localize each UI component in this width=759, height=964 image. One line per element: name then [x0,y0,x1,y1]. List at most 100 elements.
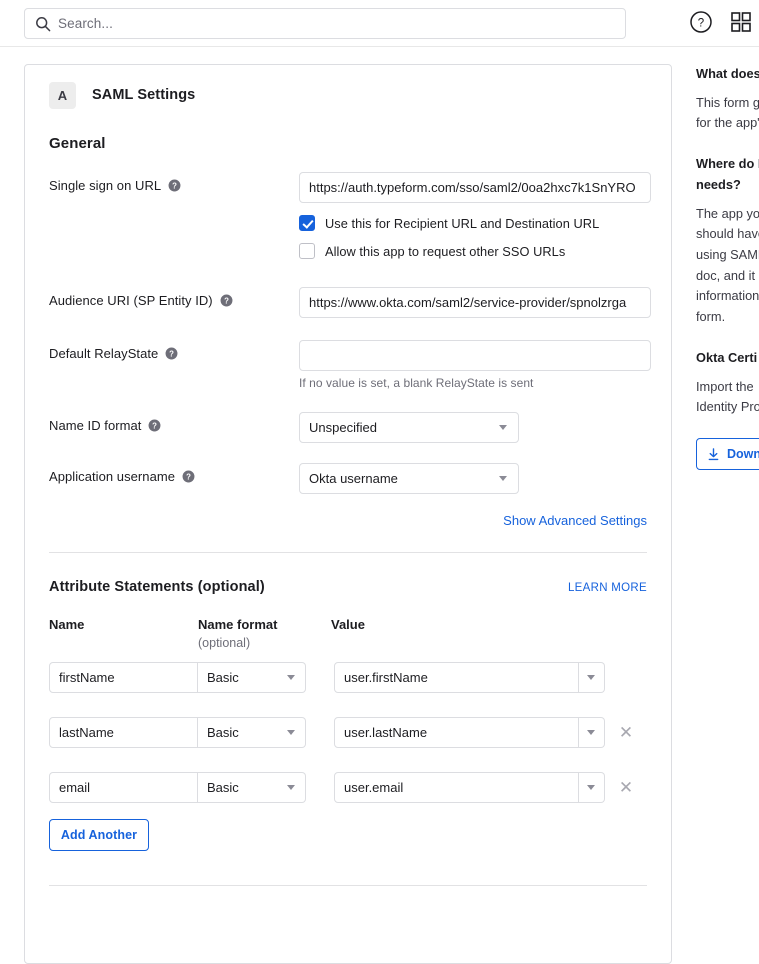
chevron-down-icon [287,675,295,680]
label-text: Audience URI (SP Entity ID) [49,293,213,308]
column-header-format-wrap: Name format (optional) [198,617,331,650]
field-application-username: Application username ? Okta username [49,463,647,494]
field-single-sign-on-url: Single sign on URL ? Use this for Recipi… [49,172,651,259]
default-relaystate-input[interactable] [299,340,651,371]
svg-text:?: ? [698,18,704,30]
column-header-value: Value [331,617,365,632]
field-control-audience-uri [299,287,651,318]
help-tooltip-icon[interactable]: ? [148,419,161,432]
search-input[interactable]: Search... [24,8,626,39]
chevron-down-icon [586,675,595,680]
name-id-format-select[interactable]: Unspecified [299,412,519,443]
field-label-application-username: Application username ? [49,463,299,494]
help-question-3-title: Okta Certi [696,349,758,365]
chevron-down-icon [499,425,507,430]
apps-grid-icon[interactable] [729,10,753,34]
help-tooltip-icon[interactable]: ? [220,294,233,307]
help-tooltip-icon[interactable]: ? [165,347,178,360]
help-tooltip-icon[interactable]: ? [182,470,195,483]
help-question-3-body: Import the Identity Pro [696,378,759,415]
help-question-1-body: This form g for the app' [696,94,759,131]
column-header-name-format-sub: (optional) [198,636,251,650]
checkbox-recipient-url-label: Use this for Recipient URL and Destinati… [325,215,600,231]
help-panel: What does This form g for the app' Where… [696,64,759,471]
download-button-label: Down [727,447,759,462]
audience-uri-input[interactable] [299,287,651,318]
saml-settings-card: A SAML Settings General Single sign on U… [24,64,672,964]
attribute-value-input[interactable] [334,717,579,748]
chevron-down-icon [586,730,595,735]
attribute-statements-header: Attribute Statements (optional) LEARN MO… [49,579,647,595]
help-tooltip-icon[interactable]: ? [168,179,181,192]
help-circle-icon[interactable]: ? [689,10,713,34]
attribute-statements-title: Attribute Statements (optional) [49,579,265,595]
attribute-format-select[interactable]: Basic [198,772,306,803]
advanced-settings-wrap: Show Advanced Settings [49,494,647,530]
app-badge: A [49,81,76,109]
attribute-format-value: Basic [207,780,239,795]
attribute-value-input[interactable] [334,772,579,803]
chevron-down-icon [499,476,507,481]
field-control-application-username: Okta username [299,463,647,494]
label-text: Default RelayState [49,346,159,361]
field-label-name-id-format: Name ID format ? [49,412,299,443]
attribute-value-dropdown[interactable] [579,772,605,803]
attribute-format-value: Basic [207,725,239,740]
application-username-select[interactable]: Okta username [299,463,519,494]
field-label-sso-url: Single sign on URL ? [49,172,299,259]
attribute-value-dropdown[interactable] [579,662,605,693]
attribute-name-input[interactable] [49,662,198,693]
attribute-name-input[interactable] [49,772,198,803]
relaystate-hint: If no value is set, a blank RelayState i… [299,376,534,390]
download-certificate-button[interactable]: Down [696,438,759,471]
field-control-sso-url: Use this for Recipient URL and Destinati… [299,172,651,259]
svg-text:?: ? [169,350,174,359]
attribute-columns-header: Name Name format (optional) Value [49,617,647,650]
table-row: Basic ✕ [49,662,647,693]
bottom-divider [49,885,647,886]
svg-text:?: ? [224,297,229,306]
attribute-name-input[interactable] [49,717,198,748]
page-title: SAML Settings [92,87,196,103]
remove-attribute-button[interactable]: ✕ [613,775,639,801]
search-icon [36,16,51,31]
column-header-name-wrap: Name [49,617,198,650]
search-placeholder: Search... [58,16,113,31]
svg-text:?: ? [153,422,158,431]
checkbox-recipient-url[interactable] [299,215,315,231]
attribute-format-select[interactable]: Basic [198,662,306,693]
table-row: Basic ✕ [49,717,647,748]
column-header-name-format: Name format [198,617,278,632]
help-question-1-title: What does [696,66,759,81]
field-label-audience-uri: Audience URI (SP Entity ID) ? [49,287,299,318]
application-username-value: Okta username [309,471,398,486]
label-text: Single sign on URL [49,178,162,193]
topbar-icons: ? [689,10,753,34]
svg-text:?: ? [172,182,177,191]
checkbox-row-other-sso-urls[interactable]: Allow this app to request other SSO URLs [299,243,651,259]
attribute-format-value: Basic [207,670,239,685]
checkbox-other-sso-urls[interactable] [299,243,315,259]
field-control-relaystate: If no value is set, a blank RelayState i… [299,340,651,390]
help-question-2-title: Where do I needs? [696,156,759,192]
download-icon [708,447,719,460]
chevron-down-icon [586,785,595,790]
section-divider [49,552,647,553]
table-row: Basic ✕ [49,772,647,803]
attribute-format-select[interactable]: Basic [198,717,306,748]
learn-more-link[interactable]: LEARN MORE [568,582,647,594]
attribute-value-input[interactable] [334,662,579,693]
field-label-relaystate: Default RelayState ? [49,340,299,390]
top-bar: Search... ? [0,0,759,47]
field-audience-uri: Audience URI (SP Entity ID) ? [49,287,651,318]
attribute-value-dropdown[interactable] [579,717,605,748]
remove-attribute-button[interactable]: ✕ [613,720,639,746]
show-advanced-settings-link[interactable]: Show Advanced Settings [503,513,647,528]
sso-url-input[interactable] [299,172,651,203]
name-id-format-value: Unspecified [309,420,377,435]
field-name-id-format: Name ID format ? Unspecified [49,412,647,443]
add-another-button[interactable]: Add Another [49,819,149,851]
field-default-relaystate: Default RelayState ? If no value is set,… [49,340,651,390]
checkbox-row-recipient-url[interactable]: Use this for Recipient URL and Destinati… [299,215,651,231]
svg-text:?: ? [186,473,191,482]
